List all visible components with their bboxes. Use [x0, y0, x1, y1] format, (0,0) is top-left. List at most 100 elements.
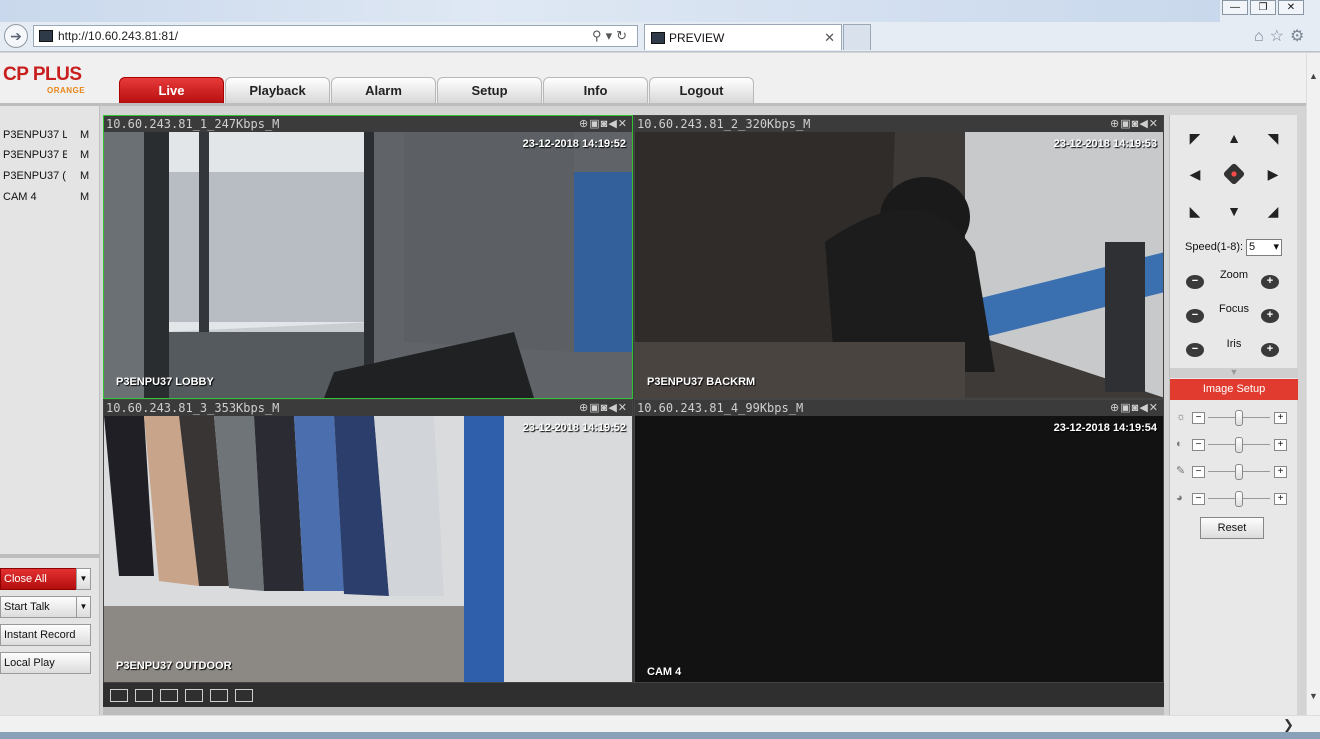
ptz-down-left-icon[interactable]: ◣ [1186, 202, 1204, 220]
star-icon[interactable]: ☆ [1270, 28, 1290, 45]
record-icon[interactable]: ▣ [1120, 118, 1131, 130]
zoom-in-icon[interactable]: ⊕ [579, 402, 589, 414]
increase-button[interactable]: + [1274, 493, 1287, 505]
saturation-slider[interactable]: ✎ − + [1174, 464, 1296, 480]
camera-stream[interactable]: M [80, 127, 89, 143]
increase-button[interactable]: + [1274, 412, 1287, 424]
audio-icon[interactable]: ◀ [1139, 402, 1148, 414]
layout-fullscreen-icon[interactable] [110, 689, 128, 702]
address-bar[interactable]: http://10.60.243.81:81/ ⚲▾↻ [33, 25, 638, 47]
tab-info[interactable]: Info [543, 77, 648, 104]
camera-item[interactable]: P3ENPU37 ( M [3, 168, 97, 184]
increase-button[interactable]: + [1274, 466, 1287, 478]
new-tab-button[interactable] [843, 24, 871, 50]
slider-knob[interactable] [1235, 464, 1243, 480]
close-icon[interactable]: ✕ [618, 118, 628, 130]
scroll-up-icon[interactable]: ▲ [1309, 71, 1318, 81]
horizontal-scrollbar[interactable]: ❯ [0, 715, 1320, 732]
record-icon[interactable]: ▣ [1120, 402, 1131, 414]
ptz-left-icon[interactable]: ◀ [1186, 165, 1204, 183]
home-icon[interactable]: ⌂ [1254, 28, 1270, 45]
speed-select[interactable]: 5 [1246, 239, 1282, 256]
layout-quad-icon[interactable] [235, 689, 253, 702]
record-icon[interactable]: ▣ [589, 118, 600, 130]
address-tools[interactable]: ⚲▾↻ [592, 26, 631, 46]
close-tab-icon[interactable]: ✕ [824, 25, 835, 51]
gear-icon[interactable]: ⚙ [1290, 28, 1310, 45]
layout-ratio-icon[interactable] [135, 689, 153, 702]
layout-single-icon[interactable] [210, 689, 228, 702]
scroll-down-icon[interactable]: ▼ [1309, 691, 1318, 701]
browser-tab[interactable]: PREVIEW ✕ [644, 24, 842, 50]
reset-button[interactable]: Reset [1200, 517, 1264, 539]
restore-button[interactable]: ❐ [1250, 0, 1276, 15]
focus-out-button[interactable]: − [1186, 309, 1204, 323]
audio-icon[interactable]: ◀ [608, 402, 617, 414]
ptz-down-right-icon[interactable]: ◢ [1264, 202, 1282, 220]
back-button[interactable]: ➔ [4, 24, 28, 48]
decrease-button[interactable]: − [1192, 466, 1205, 478]
record-icon[interactable]: ▣ [589, 402, 600, 414]
zoom-in-button[interactable]: + [1261, 275, 1279, 289]
zoom-in-icon[interactable]: ⊕ [1110, 118, 1120, 130]
camera-stream[interactable]: M [80, 189, 89, 205]
focus-in-button[interactable]: + [1261, 309, 1279, 323]
minimize-button[interactable]: — [1222, 0, 1248, 15]
start-talk-dropdown[interactable]: ▼ [76, 596, 91, 618]
ptz-right-icon[interactable]: ▶ [1264, 165, 1282, 183]
dropdown-icon[interactable]: ▾ [606, 28, 617, 43]
audio-icon[interactable]: ◀ [608, 118, 617, 130]
layout-fit-icon[interactable] [160, 689, 178, 702]
ptz-down-icon[interactable]: ▼ [1225, 202, 1243, 220]
refresh-icon[interactable]: ↻ [616, 28, 631, 43]
video-pane-3[interactable]: 10.60.243.81_3_353Kbps_M ⊕▣◙◀✕ 23-12-201… [103, 399, 633, 683]
scroll-right-icon[interactable]: ❯ [1283, 717, 1294, 733]
tab-playback[interactable]: Playback [225, 77, 330, 104]
increase-button[interactable]: + [1274, 439, 1287, 451]
camera-item[interactable]: P3ENPU37 L M [3, 127, 97, 143]
close-icon[interactable]: ✕ [618, 402, 628, 414]
close-icon[interactable]: ✕ [1149, 402, 1159, 414]
close-all-dropdown[interactable]: ▼ [76, 568, 91, 590]
video-pane-4[interactable]: 10.60.243.81_4_99Kbps_M ⊕▣◙◀✕ 23-12-2018… [634, 399, 1164, 683]
ptz-center-icon[interactable] [1222, 162, 1246, 186]
iris-close-button[interactable]: − [1186, 343, 1204, 357]
video-pane-2[interactable]: 10.60.243.81_2_320Kbps_M ⊕▣◙◀✕ 23-12-201… [634, 115, 1164, 399]
ptz-up-icon[interactable]: ▲ [1225, 129, 1243, 147]
zoom-in-icon[interactable]: ⊕ [1110, 402, 1120, 414]
decrease-button[interactable]: − [1192, 493, 1205, 505]
close-icon[interactable]: ✕ [1149, 118, 1159, 130]
ptz-up-right-icon[interactable]: ◥ [1264, 129, 1282, 147]
start-talk-button[interactable]: Start Talk [0, 596, 77, 618]
instant-record-button[interactable]: Instant Record [0, 624, 91, 646]
image-setup-header[interactable]: Image Setup [1170, 379, 1298, 400]
decrease-button[interactable]: − [1192, 439, 1205, 451]
local-play-button[interactable]: Local Play [0, 652, 91, 674]
camera-stream[interactable]: M [80, 147, 89, 163]
zoom-out-button[interactable]: − [1186, 275, 1204, 289]
slider-knob[interactable] [1235, 410, 1243, 426]
close-all-button[interactable]: Close All [0, 568, 77, 590]
camera-item[interactable]: P3ENPU37 E M [3, 147, 97, 163]
tab-alarm[interactable]: Alarm [331, 77, 436, 104]
slider-knob[interactable] [1235, 491, 1243, 507]
layout-wide-icon[interactable] [185, 689, 203, 702]
iris-open-button[interactable]: + [1261, 343, 1279, 357]
slider-knob[interactable] [1235, 437, 1243, 453]
ptz-collapse-bar[interactable]: ▼ [1170, 368, 1298, 378]
ptz-up-left-icon[interactable]: ◤ [1186, 129, 1204, 147]
camera-stream[interactable]: M [80, 168, 89, 184]
brightness-slider[interactable]: ☼ − + [1174, 410, 1296, 426]
tab-live[interactable]: Live [119, 77, 224, 104]
vertical-scrollbar[interactable]: ▲ ▼ [1306, 53, 1320, 715]
decrease-button[interactable]: − [1192, 412, 1205, 424]
hue-slider[interactable]: ◕ − + [1174, 491, 1296, 507]
camera-item[interactable]: CAM 4 M [3, 189, 97, 205]
video-pane-1[interactable]: 10.60.243.81_1_247Kbps_M ⊕▣◙◀✕ 23-12-201… [103, 115, 633, 399]
close-window-button[interactable]: ✕ [1278, 0, 1304, 15]
tab-setup[interactable]: Setup [437, 77, 542, 104]
audio-icon[interactable]: ◀ [1139, 118, 1148, 130]
contrast-slider[interactable]: ◐ − + [1174, 437, 1296, 453]
search-icon[interactable]: ⚲ [592, 28, 606, 43]
zoom-in-icon[interactable]: ⊕ [579, 118, 589, 130]
